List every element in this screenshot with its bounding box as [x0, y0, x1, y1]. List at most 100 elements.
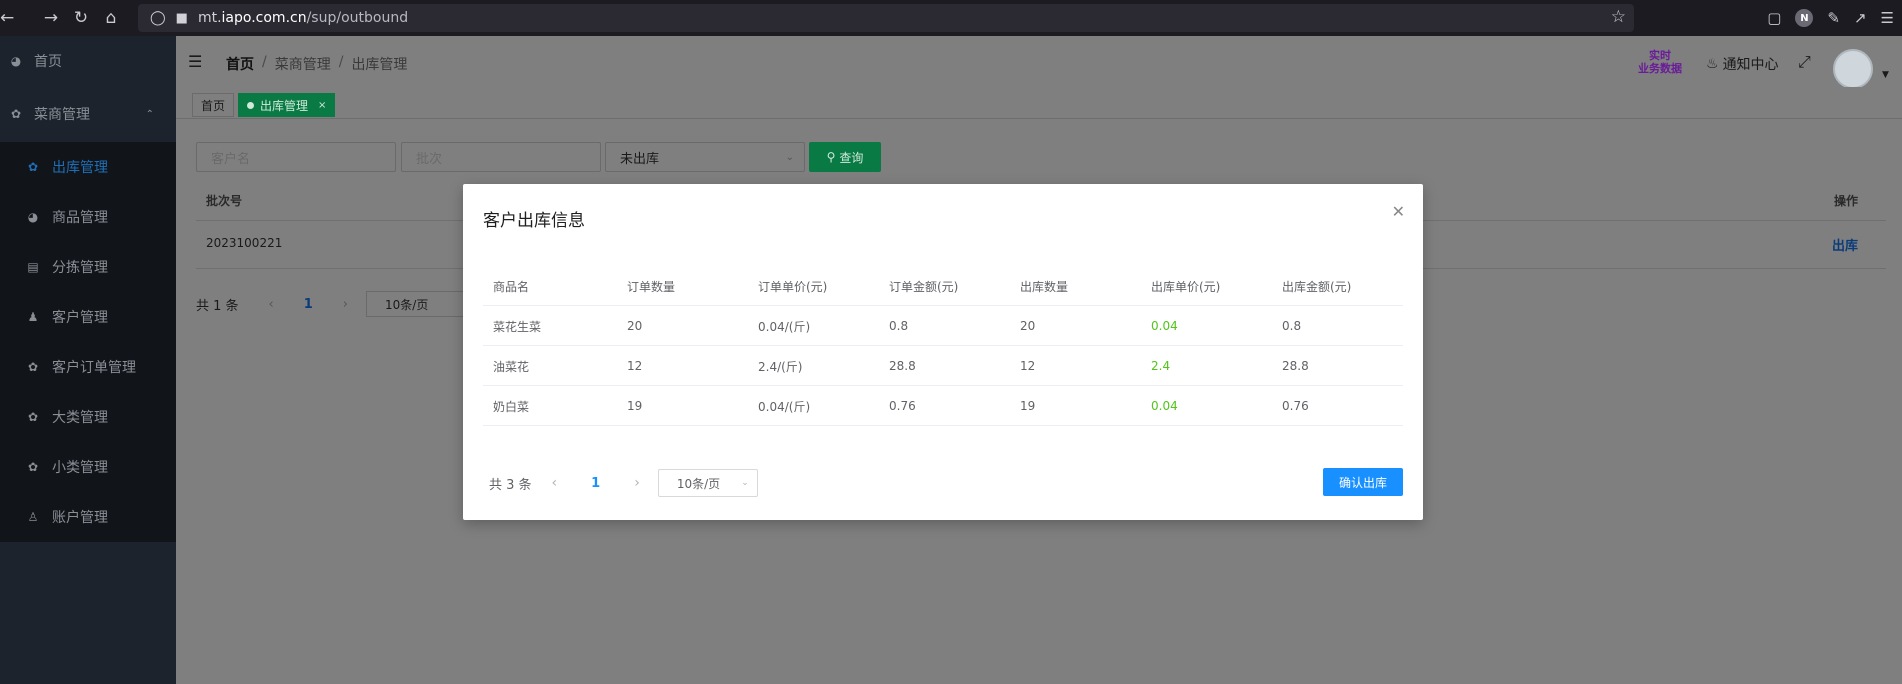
tags-view: 首页 出库管理 × [176, 87, 1902, 119]
column-header-batch: 批次号 [206, 194, 243, 208]
prev-page-icon[interactable]: ‹ [269, 297, 274, 312]
clover-icon: ✿ [10, 107, 22, 121]
forward-icon[interactable]: → [36, 8, 66, 28]
cell-outbound-amount: 0.76 [1282, 399, 1309, 413]
breadcrumb-item-home[interactable]: 首页 [226, 54, 254, 74]
outbound-link[interactable]: 出库 [1832, 235, 1858, 254]
column-header-operation: 操作 [1834, 194, 1859, 208]
next-page-icon[interactable]: › [634, 475, 640, 491]
back-icon[interactable]: ← [0, 8, 16, 28]
confirm-outbound-button[interactable]: 确认出库 [1323, 468, 1403, 496]
header: ☰ 首页 / 菜商管理 / 出库管理 实时 业务数据 ♨ 通知中心 ⤢ ▼ [176, 36, 1902, 89]
bell-icon: ♨ [1706, 56, 1719, 72]
page-size-value: 10条/页 [676, 476, 721, 491]
table-header: 商品名 订单数量 订单单价(元) 订单金额(元) 出库数量 出库单价(元) 出库… [483, 266, 1403, 306]
cell-product: 菜花生菜 [493, 319, 542, 334]
shield-icon[interactable]: ◯ [150, 10, 166, 26]
pocket-icon[interactable]: ▢ [1767, 9, 1781, 27]
clover-icon: ✿ [27, 460, 39, 474]
profile-avatar[interactable]: N [1795, 9, 1814, 27]
document-icon: ▤ [27, 260, 39, 274]
column-header: 出库单价(元) [1151, 279, 1221, 294]
lock-icon[interactable]: ■ [176, 11, 188, 26]
prev-page-icon[interactable]: ‹ [552, 475, 558, 491]
sidebar-item-home[interactable]: ◕ 首页 [0, 36, 176, 86]
query-button[interactable]: ⚲ 查询 [809, 142, 881, 172]
next-page-icon[interactable]: › [343, 297, 348, 312]
page-size-select[interactable]: 10条/页 ⌄ [657, 469, 758, 497]
cell-outbound-price[interactable]: 0.04 [1151, 306, 1178, 346]
cell-outbound-price[interactable]: 2.4 [1151, 346, 1170, 386]
cell-order-qty: 19 [627, 399, 643, 413]
cell-batch: 2023100221 [206, 236, 283, 250]
active-dot-icon [247, 101, 254, 109]
reload-icon[interactable]: ↻ [66, 8, 96, 28]
close-icon[interactable]: × [318, 100, 326, 111]
sidebar-item-products[interactable]: ◕ 商品管理 [0, 192, 176, 242]
sidebar-item-customer-orders[interactable]: ✿ 客户订单管理 [0, 342, 176, 392]
cell-order-price: 0.04/(斤) [758, 399, 811, 414]
column-header: 出库金额(元) [1282, 279, 1352, 294]
realtime-line2: 业务数据 [1638, 62, 1682, 75]
chevron-down-icon: ⌄ [741, 478, 749, 488]
fullscreen-icon[interactable]: ⤢ [1798, 52, 1811, 72]
sidebar-item-customers[interactable]: ♟ 客户管理 [0, 292, 176, 342]
address-bar[interactable]: ◯ ■ mt. iapo.com.cn/sup/outbound ☆ [138, 4, 1634, 32]
cell-order-qty: 20 [627, 319, 643, 333]
sidebar-submenu: ✿ 出库管理 ◕ 商品管理 ▤ 分拣管理 ♟ 客户管理 ✿ 客户订单管理 ✿ 大… [0, 142, 176, 542]
home-icon[interactable]: ⌂ [96, 8, 126, 28]
page-number[interactable]: 1 [591, 476, 600, 491]
page-number[interactable]: 1 [304, 297, 313, 312]
realtime-line1: 实时 [1649, 49, 1671, 62]
page-size-select[interactable]: 10条/页 [366, 291, 466, 317]
notification-center[interactable]: ♨ 通知中心 [1706, 54, 1779, 74]
cell-product: 奶白菜 [493, 399, 530, 414]
customer-name-input[interactable]: 客户名 [196, 142, 396, 172]
realtime-data-link[interactable]: 实时 业务数据 [1630, 49, 1690, 75]
sidebar-group-vendor[interactable]: ✿ 菜商管理 ⌃ [0, 86, 176, 142]
sidebar-item-label: 分拣管理 [52, 260, 108, 276]
sidebar-item-accounts[interactable]: ♙ 账户管理 [0, 492, 176, 542]
status-select[interactable]: 未出库 ⌄ [605, 142, 805, 172]
sidebar-item-sorting[interactable]: ▤ 分拣管理 [0, 242, 176, 292]
cell-order-price: 0.04/(斤) [758, 319, 811, 334]
caret-down-icon[interactable]: ▼ [1882, 70, 1889, 80]
sidebar-item-label: 大类管理 [52, 410, 108, 426]
bookmark-star-icon[interactable]: ☆ [1611, 7, 1626, 27]
url-path: /sup/outbound [306, 10, 409, 26]
cell-outbound-amount: 28.8 [1282, 359, 1309, 373]
dialog-pagination: 共 3 条 ‹ 1 › 10条/页 ⌄ [489, 469, 758, 497]
url-prefix: mt. [197, 10, 222, 26]
dashboard-icon: ◕ [10, 54, 22, 68]
sidebar-item-label: 客户管理 [52, 310, 108, 326]
table-row: 奶白菜 19 0.04/(斤) 0.76 19 0.04 0.76 [483, 386, 1403, 426]
avatar[interactable] [1833, 49, 1873, 89]
cell-order-price: 2.4/(斤) [758, 359, 803, 374]
browser-tools: ▢ N ✎ ↗ ☰ [1767, 0, 1894, 36]
sidebar-item-label: 客户订单管理 [52, 360, 136, 376]
tag-home[interactable]: 首页 [192, 93, 235, 117]
clover-icon: ✿ [27, 160, 39, 174]
cell-outbound-price[interactable]: 0.04 [1151, 386, 1178, 426]
person-icon: ♙ [27, 510, 39, 524]
cell-order-amount: 0.8 [889, 319, 909, 333]
status-select-value: 未出库 [620, 151, 660, 167]
cell-product: 油菜花 [493, 359, 530, 374]
share-icon[interactable]: ↗ [1854, 9, 1867, 27]
sidebar-item-label: 出库管理 [52, 160, 108, 176]
tag-label: 出库管理 [260, 98, 309, 113]
batch-input[interactable]: 批次 [401, 142, 601, 172]
sidebar-item-subcategories[interactable]: ✿ 小类管理 [0, 442, 176, 492]
cell-outbound-qty: 12 [1020, 359, 1036, 373]
users-icon: ♟ [27, 310, 39, 324]
sidebar-item-categories[interactable]: ✿ 大类管理 [0, 392, 176, 442]
close-icon[interactable]: ✕ [1392, 202, 1405, 221]
tag-outbound[interactable]: 出库管理 × [238, 93, 336, 117]
chevron-up-icon: ⌃ [145, 108, 154, 120]
extensions-icon[interactable]: ✎ [1827, 9, 1840, 27]
cell-outbound-amount: 0.8 [1282, 319, 1302, 333]
hamburger-icon[interactable]: ☰ [188, 52, 202, 71]
menu-icon[interactable]: ☰ [1881, 9, 1894, 27]
sidebar-item-outbound[interactable]: ✿ 出库管理 [0, 142, 176, 192]
dialog-title: 客户出库信息 [483, 211, 585, 231]
